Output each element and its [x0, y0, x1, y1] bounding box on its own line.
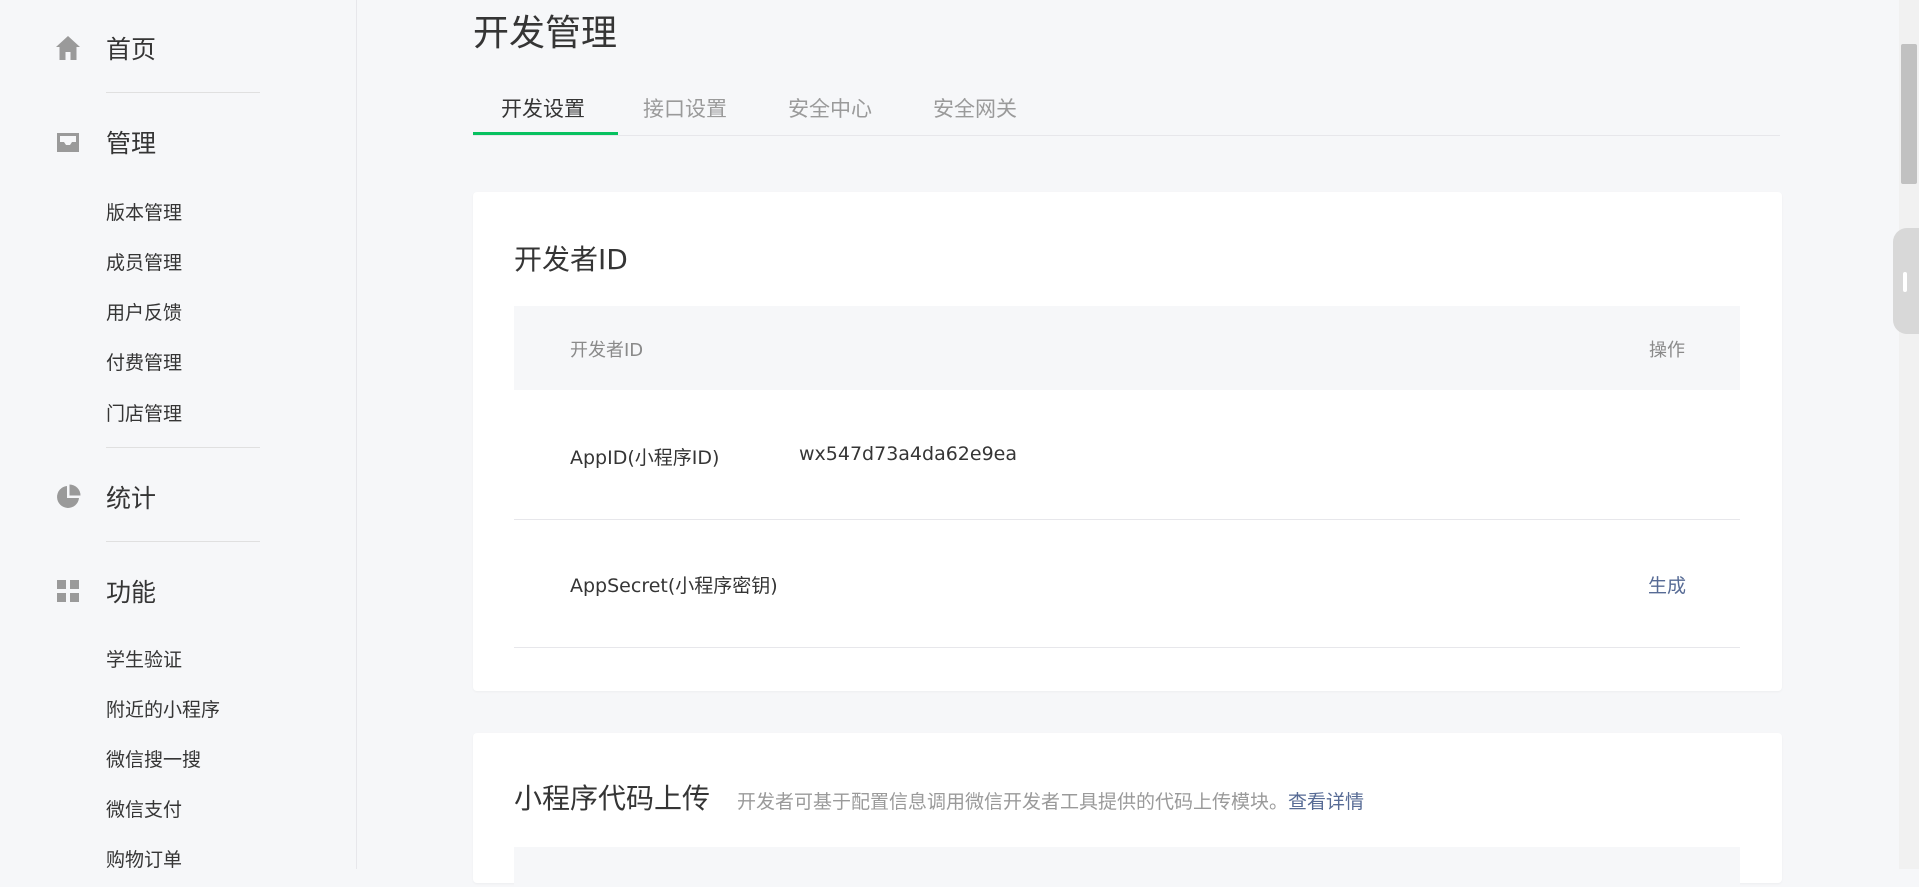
upload-description: 开发者可基于配置信息调用微信开发者工具提供的代码上传模块。查看详情 [737, 787, 1364, 814]
upload-description-text: 开发者可基于配置信息调用微信开发者工具提供的代码上传模块。 [737, 791, 1289, 813]
tab-dev-settings[interactable]: 开发设置 [501, 93, 585, 135]
grid-icon [53, 576, 83, 606]
inbox-icon [53, 127, 83, 157]
sidebar-item-label: 管理 [106, 129, 157, 158]
scrollbar-track[interactable] [1899, 0, 1919, 869]
page-title: 开发管理 [473, 13, 618, 54]
sidebar-item-features[interactable]: 功能 [0, 571, 357, 611]
sidebar-subitem-feedback[interactable]: 用户反馈 [106, 298, 182, 325]
active-tab-indicator [473, 132, 618, 135]
sidebar-item-manage[interactable]: 管理 [0, 122, 357, 162]
scrollbar-thumb[interactable] [1901, 44, 1917, 184]
sidebar-subitem-student[interactable]: 学生验证 [106, 645, 182, 672]
sidebar-item-stats[interactable]: 统计 [0, 477, 357, 517]
card-title: 开发者ID [514, 243, 628, 276]
sidebar-subitem-version[interactable]: 版本管理 [106, 198, 182, 225]
tab-bar: 开发设置 接口设置 安全中心 安全网关 [473, 87, 1780, 136]
view-details-link[interactable]: 查看详情 [1288, 791, 1364, 813]
divider [106, 92, 260, 93]
tab-api-settings[interactable]: 接口设置 [643, 93, 727, 135]
table-header [514, 847, 1740, 887]
sidebar: 首页 管理 版本管理 成员管理 用户反馈 付费管理 门店管理 统计 功能 学生验… [0, 0, 357, 872]
side-handle-tab[interactable] [1893, 228, 1919, 334]
generate-secret-link[interactable]: 生成 [1648, 571, 1686, 598]
row-label-appsecret: AppSecret(小程序密钥) [570, 575, 778, 597]
sidebar-subitem-members[interactable]: 成员管理 [106, 248, 182, 275]
pie-chart-icon [53, 482, 83, 512]
developer-id-card: 开发者ID 开发者ID 操作 AppID(小程序ID) wx547d73a4da… [473, 192, 1782, 691]
divider [106, 541, 260, 542]
code-upload-card: 小程序代码上传 开发者可基于配置信息调用微信开发者工具提供的代码上传模块。查看详… [473, 733, 1782, 887]
tab-security-gateway[interactable]: 安全网关 [933, 93, 1017, 135]
sidebar-subitem-nearby[interactable]: 附近的小程序 [106, 695, 220, 722]
column-header-action: 操作 [1649, 340, 1685, 361]
column-header-id: 开发者ID [570, 340, 644, 361]
sidebar-subitem-payment[interactable]: 付费管理 [106, 348, 182, 375]
sidebar-subitem-orders[interactable]: 购物订单 [106, 845, 182, 872]
card-title: 小程序代码上传 [514, 782, 711, 815]
sidebar-subitem-wxpay[interactable]: 微信支付 [106, 795, 182, 822]
sidebar-item-label: 统计 [106, 484, 157, 513]
sidebar-item-label: 功能 [106, 578, 157, 607]
table-header: 开发者ID 操作 [514, 306, 1740, 390]
tab-security-center[interactable]: 安全中心 [788, 93, 872, 135]
sidebar-subitem-store[interactable]: 门店管理 [106, 399, 182, 426]
divider [106, 447, 260, 448]
row-divider [514, 519, 1740, 520]
row-label-appid: AppID(小程序ID) [570, 447, 720, 469]
sidebar-item-home[interactable]: 首页 [0, 28, 357, 68]
sidebar-subitem-search[interactable]: 微信搜一搜 [106, 745, 201, 772]
row-divider [514, 647, 1740, 648]
main-content: 开发管理 开发设置 接口设置 安全中心 安全网关 开发者ID 开发者ID 操作 … [357, 0, 1919, 887]
sidebar-item-label: 首页 [106, 35, 157, 64]
grip-icon [1903, 272, 1907, 292]
home-icon [53, 33, 83, 63]
appid-value: wx547d73a4da62e9ea [799, 443, 1018, 465]
